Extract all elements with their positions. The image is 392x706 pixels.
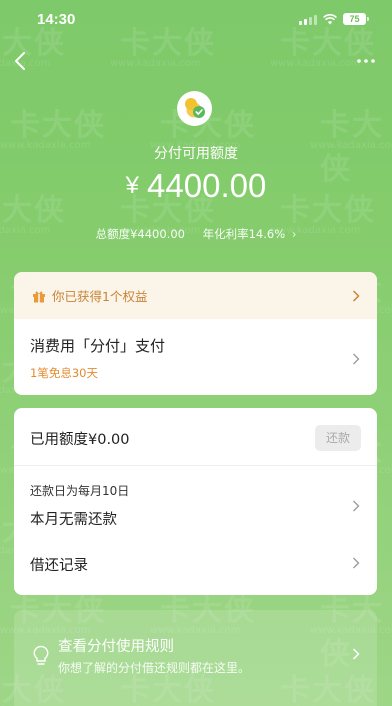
- pay-subtitle: 1笔免息30天: [30, 366, 98, 380]
- chevron-right-icon: [352, 648, 360, 660]
- records-label: 借还记录: [30, 558, 88, 574]
- watermark-url: www.kadaxia.com: [110, 58, 201, 69]
- rules-title: 查看分付使用规则: [58, 639, 174, 655]
- fenfu-logo-icon: [177, 91, 212, 126]
- watermark-brand: 卡大侠: [10, 108, 106, 143]
- chevron-right-icon: [352, 290, 360, 302]
- account-card: 已用额度¥0.00 还款 还款日为每月10日 本月无需还款 借还记录: [14, 408, 377, 595]
- chevron-right-icon: [353, 500, 360, 512]
- signal-icon: [299, 14, 317, 25]
- available-quota-label: 分付可用额度: [154, 146, 238, 162]
- battery-icon: 75: [343, 13, 369, 25]
- chevron-right-icon[interactable]: ›: [292, 227, 297, 241]
- annual-rate[interactable]: 年化利率14.6%: [203, 226, 286, 242]
- more-icon[interactable]: [356, 53, 376, 69]
- chevron-right-icon: [353, 353, 360, 365]
- back-icon[interactable]: [10, 50, 32, 72]
- total-quota: 总额度¥4400.00: [95, 227, 185, 241]
- used-quota: 已用额度¥0.00: [30, 432, 130, 448]
- quota-info-row[interactable]: 总额度¥4400.00 年化利率14.6% ›: [0, 226, 392, 242]
- status-time: 14:30: [37, 11, 76, 28]
- due-date-label: 还款日为每月10日: [30, 484, 130, 498]
- available-amount-value: 4400.00: [147, 167, 267, 204]
- used-quota-row: 已用额度¥0.00 还款: [14, 408, 377, 466]
- rules-card[interactable]: 查看分付使用规则 你想了解的分付借还规则都在这里。: [14, 610, 377, 706]
- promo-card: 你已获得1个权益 消费用「分付」支付 1笔免息30天: [14, 272, 377, 395]
- wifi-icon: [323, 13, 337, 24]
- repay-button[interactable]: 还款: [315, 425, 361, 451]
- watermark-url: www.kadaxia.com: [270, 58, 361, 69]
- benefit-bar[interactable]: 你已获得1个权益: [14, 272, 377, 319]
- status-icons: 75: [299, 13, 369, 25]
- fenfu-pay-row[interactable]: 消费用「分付」支付 1笔免息30天: [14, 319, 377, 395]
- rules-subtitle: 你想了解的分付借还规则都在这里。: [58, 661, 251, 675]
- benefit-text: 你已获得1个权益: [52, 289, 148, 304]
- currency-symbol: ¥: [125, 172, 140, 199]
- available-amount: ¥4400.00: [0, 167, 392, 205]
- chevron-right-icon: [353, 557, 360, 569]
- lightbulb-icon: [33, 645, 49, 665]
- due-date-row[interactable]: 还款日为每月10日 本月无需还款: [14, 466, 377, 537]
- gift-icon: [33, 291, 45, 302]
- status-bar: 14:30 75: [0, 0, 392, 40]
- due-status: 本月无需还款: [30, 512, 117, 528]
- records-row[interactable]: 借还记录: [14, 537, 377, 595]
- pay-title: 消费用「分付」支付: [30, 337, 166, 355]
